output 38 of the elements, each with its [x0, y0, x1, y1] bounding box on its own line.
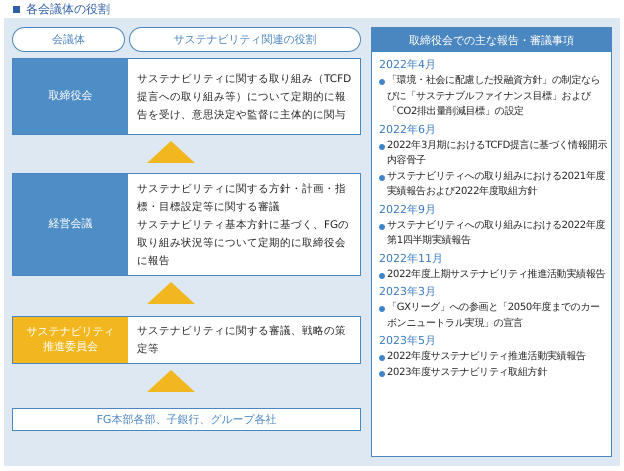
body-name: 経営会議 [13, 174, 128, 275]
report-item: サステナビリティへの取り組みにおける2022年度第1四半期実績報告 [387, 218, 606, 248]
up-triangle-icon [147, 370, 195, 392]
report-item: 2022年度サステナビリティ推進活動実績報告 [387, 350, 586, 364]
column-header: 会議体 [12, 27, 125, 52]
report-date: 2022年4月 [379, 57, 437, 73]
role-text: サステナビリティに関する取り組み（TCFD提言への取り組み等）について定期的に報告を受け、意思決定や監督に主体的に関与 [137, 72, 352, 122]
bullet-icon [379, 224, 385, 230]
up-triangle-icon [147, 282, 195, 304]
group-companies-box: FG本部各部、子銀行、グループ各社 [12, 408, 361, 431]
report-item: 2022年3月期におけるTCFD提言に基づく情報開示内容骨子 [387, 138, 607, 168]
report-date: 2023年3月 [379, 284, 437, 300]
bullet-icon [379, 272, 385, 278]
report-item: 2022年度上期サステナビリティ推進活動実績報告 [387, 268, 606, 282]
column-header: サステナビリティ関連の役割 [129, 27, 361, 52]
square-icon [13, 6, 20, 13]
bullet-icon [379, 370, 385, 376]
bullet-icon [379, 174, 385, 180]
report-date: 2022年6月 [379, 122, 437, 138]
reports-header: 取締役会での主な報告・審議事項 [372, 28, 611, 52]
report-date: 2022年9月 [379, 202, 437, 218]
role-text: サステナビリティ基本方針に基づく、FGの取り組み状況等について定期的に取締役会に報告 [137, 218, 350, 268]
body-name: 取締役会 [13, 59, 128, 134]
bullet-icon [379, 144, 385, 150]
role-text: サステナビリティに関する審議、戦略の策定等 [137, 324, 347, 357]
report-item: 「環境・社会に配慮した投融資方針」の制定ならびに「サステナブルファイナンス目標」および「CO2排出量削減目標」の設定 [387, 74, 602, 119]
report-date: 2022年11月 [379, 250, 444, 266]
role-text: サステナビリティに関する方針・計画・指標・目標設定等に関する審議 [137, 182, 347, 214]
bullet-icon [379, 355, 385, 361]
bullet-icon [379, 79, 385, 85]
report-date: 2023年5月 [379, 333, 437, 349]
report-item: サステナビリティへの取り組みにおける2021年度実績報告および2022年度取組方針 [387, 170, 606, 199]
bullet-icon [379, 306, 385, 312]
report-item: 「GXリーグ」への参画と「2050年度までのカーボンニュートラル実現」の宣言 [387, 300, 601, 330]
report-item: 2023年度サステナビリティ取組方針 [387, 366, 548, 380]
section-title: 各会議体の役割 [26, 1, 110, 18]
up-triangle-icon [147, 141, 195, 163]
body-name: サステナビリティ 推進委員会 [13, 317, 128, 363]
